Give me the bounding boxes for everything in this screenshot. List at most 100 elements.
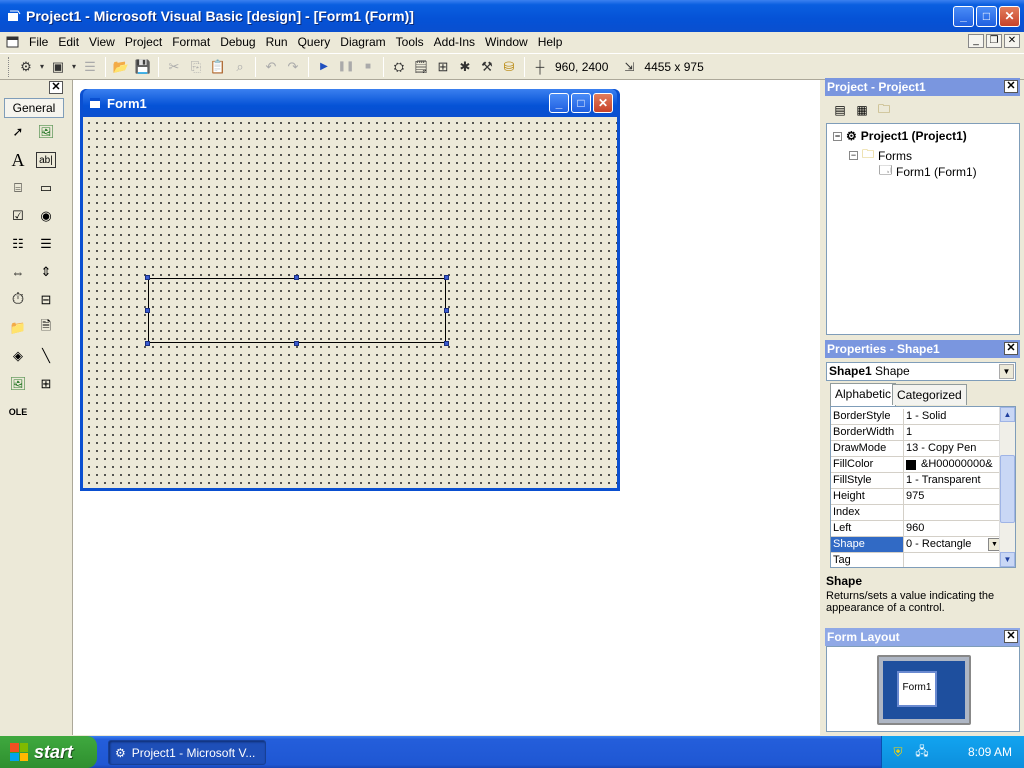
optionbutton-tool-icon[interactable]: ◉ (34, 204, 58, 228)
property-value[interactable]: 975 (904, 489, 1003, 504)
data-view-icon[interactable]: ⛁ (498, 56, 520, 78)
resize-handle[interactable] (294, 275, 299, 280)
minimize-button[interactable]: _ (953, 5, 974, 27)
timer-tool-icon[interactable]: ⏱ (6, 288, 30, 312)
dropdown-arrow-icon[interactable]: ▾ (37, 56, 47, 78)
break-icon[interactable]: ❚❚ (335, 56, 357, 78)
property-row[interactable]: Left 960 (831, 521, 1003, 537)
dropdown-arrow-icon[interactable]: ▾ (69, 56, 79, 78)
undo-icon[interactable]: ↶ (260, 56, 282, 78)
form-layout-icon[interactable]: ⊞ (432, 56, 454, 78)
form-title-bar[interactable]: Form1 _ □ ✕ (83, 89, 617, 117)
menu-edit[interactable]: Edit (53, 35, 84, 49)
property-value[interactable] (904, 505, 1003, 520)
form-maximize-button[interactable]: □ (571, 93, 591, 113)
tree-node-form1[interactable]: 🗔 Form1 (Form1) (879, 161, 977, 182)
form-designer-window[interactable]: Form1 _ □ ✕ (80, 89, 620, 491)
toggle-folders-icon[interactable]: 🗀 (874, 100, 894, 120)
resize-handle[interactable] (294, 341, 299, 346)
form-minimize-button[interactable]: _ (549, 93, 569, 113)
menu-view[interactable]: View (84, 35, 120, 49)
object-selector[interactable]: Shape1 Shape ▼ (826, 362, 1016, 381)
cut-icon[interactable]: ✂ (163, 56, 185, 78)
redo-icon[interactable]: ↷ (282, 56, 304, 78)
vscrollbar-tool-icon[interactable]: ⇕ (34, 260, 58, 284)
property-row[interactable]: DrawMode 13 - Copy Pen (831, 441, 1003, 457)
line-tool-icon[interactable]: ╲ (34, 344, 58, 368)
combobox-tool-icon[interactable]: ☷ (6, 232, 30, 256)
menu-tools[interactable]: Tools (391, 35, 429, 49)
menu-debug[interactable]: Debug (215, 35, 260, 49)
clock[interactable]: 8:09 AM (968, 745, 1012, 759)
dirlistbox-tool-icon[interactable]: 📁 (6, 316, 30, 340)
property-value[interactable]: &H00000000& (904, 457, 1003, 472)
property-value[interactable]: 1 (904, 425, 1003, 440)
shape1-control[interactable] (148, 278, 446, 343)
menu-query[interactable]: Query (293, 35, 336, 49)
commandbutton-tool-icon[interactable]: ▭ (34, 176, 58, 200)
pointer-tool-icon[interactable]: ➚ (6, 120, 30, 144)
property-row[interactable]: Height 975 (831, 489, 1003, 505)
collapse-icon[interactable]: − (833, 131, 842, 141)
collapse-icon[interactable]: − (849, 151, 858, 160)
tree-node-project[interactable]: − ⚙ Project1 (Project1) (833, 129, 967, 143)
tab-categorized[interactable]: Categorized (892, 384, 967, 405)
menu-file[interactable]: File (24, 35, 53, 49)
resize-handle[interactable] (145, 341, 150, 346)
add-project-icon[interactable]: ⚙ (15, 56, 37, 78)
property-value[interactable]: 1 - Transparent (904, 473, 1003, 488)
close-button[interactable]: ✕ (999, 5, 1020, 27)
property-row[interactable]: Index (831, 505, 1003, 521)
frame-tool-icon[interactable]: ⌸ (6, 176, 30, 200)
mdi-close-button[interactable]: ✕ (1004, 34, 1020, 48)
form-layout-close-button[interactable]: ✕ (1004, 630, 1018, 643)
property-row[interactable]: FillColor &H00000000& (831, 457, 1003, 473)
checkbox-tool-icon[interactable]: ☑ (6, 204, 30, 228)
project-explorer-close-button[interactable]: ✕ (1004, 80, 1018, 93)
taskbar-button-vb[interactable]: ⚙ Project1 - Microsoft V... (108, 740, 266, 765)
listbox-tool-icon[interactable]: ☰ (34, 232, 58, 256)
shape-tool-icon[interactable]: ◈ (6, 344, 30, 368)
menu-run[interactable]: Run (261, 35, 293, 49)
tab-alphabetic[interactable]: Alphabetic (830, 383, 897, 406)
resize-handle[interactable] (145, 275, 150, 280)
menu-addins[interactable]: Add-Ins (429, 35, 480, 49)
textbox-tool-icon[interactable]: ab| (36, 152, 56, 168)
copy-icon[interactable]: ⎘ (185, 56, 207, 78)
mdi-restore-button[interactable]: ❐ (986, 34, 1002, 48)
menu-help[interactable]: Help (533, 35, 568, 49)
menu-format[interactable]: Format (167, 35, 215, 49)
network-icon[interactable]: 🖧 (914, 744, 930, 760)
form-icon[interactable] (6, 35, 20, 49)
resize-handle[interactable] (444, 308, 449, 313)
form-close-button[interactable]: ✕ (593, 93, 613, 113)
resize-handle[interactable] (444, 275, 449, 280)
mdi-minimize-button[interactable]: _ (968, 34, 984, 48)
end-icon[interactable]: ■ (357, 56, 379, 78)
menu-window[interactable]: Window (480, 35, 533, 49)
form-design-surface[interactable] (83, 117, 617, 488)
menu-editor-icon[interactable]: ☰ (79, 56, 101, 78)
ole-tool-icon[interactable]: OLE (6, 400, 30, 424)
start-icon[interactable]: ▶ (313, 56, 335, 78)
toolbox-general-tab[interactable]: General (4, 98, 64, 118)
project-explorer-icon[interactable]: ⛭ (388, 56, 410, 78)
chevron-down-icon[interactable]: ▼ (999, 364, 1014, 379)
drivelistbox-tool-icon[interactable]: ⊟ (34, 288, 58, 312)
start-button[interactable]: start (0, 736, 97, 768)
property-value[interactable]: 13 - Copy Pen (904, 441, 1003, 456)
view-code-icon[interactable]: ▤ (830, 100, 850, 120)
toolbar-grip[interactable] (8, 56, 11, 77)
scroll-up-icon[interactable]: ▲ (1000, 407, 1015, 422)
resize-handle[interactable] (444, 341, 449, 346)
form-layout-preview[interactable]: Form1 (897, 671, 937, 707)
property-row[interactable]: BorderWidth 1 (831, 425, 1003, 441)
property-value[interactable]: 960 (904, 521, 1003, 536)
property-value[interactable] (904, 553, 1003, 567)
security-shield-icon[interactable]: ⛨ (890, 744, 906, 760)
property-value[interactable]: 1 - Solid (904, 409, 1003, 424)
property-row-selected[interactable]: Shape 0 - Rectangle ▼ (831, 537, 1003, 553)
toolbox-close-button[interactable]: ✕ (49, 81, 63, 94)
find-icon[interactable]: ⌕ (229, 56, 251, 78)
filelistbox-tool-icon[interactable]: 🗎 (34, 316, 58, 340)
